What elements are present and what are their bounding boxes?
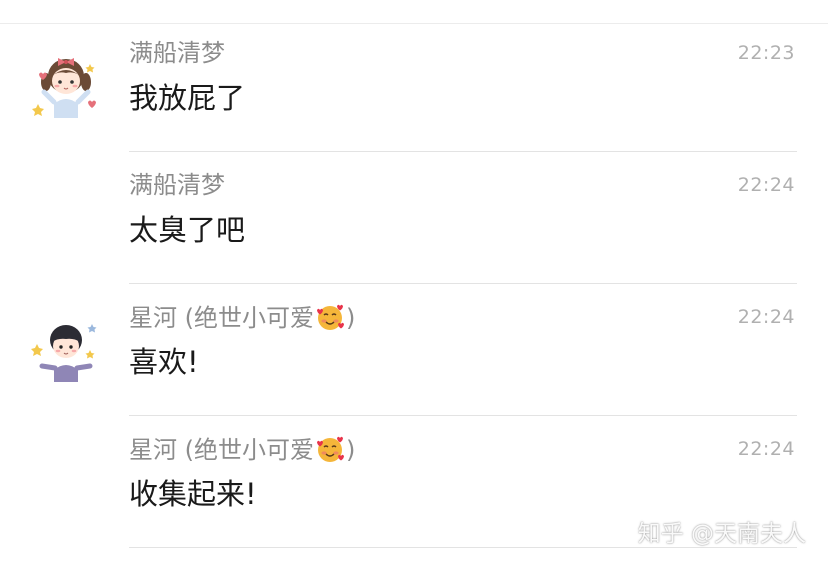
chat-message[interactable]: 满船清梦 22:24 太臭了吧: [0, 152, 828, 284]
watermark: 知乎 @天南夫人: [637, 521, 806, 547]
avatar[interactable]: [30, 310, 102, 382]
message-content[interactable]: 收集起来!: [129, 476, 257, 512]
sender-name-suffix: ): [346, 436, 356, 464]
message-time: 22:24: [737, 438, 795, 460]
message-content[interactable]: 喜欢!: [129, 344, 199, 380]
sender-name[interactable]: 星河 (绝世小可爱): [129, 302, 355, 339]
message-time: 22:24: [737, 306, 795, 328]
sender-name[interactable]: 满船清梦: [129, 38, 225, 68]
sender-name[interactable]: 满船清梦: [129, 170, 225, 200]
sender-name-text: 星河 (绝世小可爱: [129, 436, 314, 464]
sender-name[interactable]: 星河 (绝世小可爱): [129, 434, 355, 471]
sender-name-text: 满船清梦: [129, 39, 225, 67]
message-content[interactable]: 太臭了吧: [129, 212, 245, 248]
avatar[interactable]: [30, 46, 102, 118]
chat-message[interactable]: 星河 (绝世小可爱) 22:24 喜欢!: [0, 284, 828, 416]
smiling-face-with-hearts-icon: [315, 434, 345, 471]
sender-name-suffix: ): [346, 304, 356, 332]
message-time: 22:23: [737, 42, 795, 64]
sender-name-text: 满船清梦: [129, 171, 225, 199]
message-time: 22:24: [737, 174, 795, 196]
message-content[interactable]: 我放屁了: [129, 80, 245, 116]
chat-message[interactable]: 满船清梦 22:23 我放屁了: [0, 20, 828, 152]
smiling-face-with-hearts-icon: [315, 302, 345, 339]
sender-name-text: 星河 (绝世小可爱: [129, 304, 314, 332]
cartoon-boy-avatar-icon: [30, 310, 102, 382]
cartoon-girl-avatar-icon: [30, 46, 102, 118]
